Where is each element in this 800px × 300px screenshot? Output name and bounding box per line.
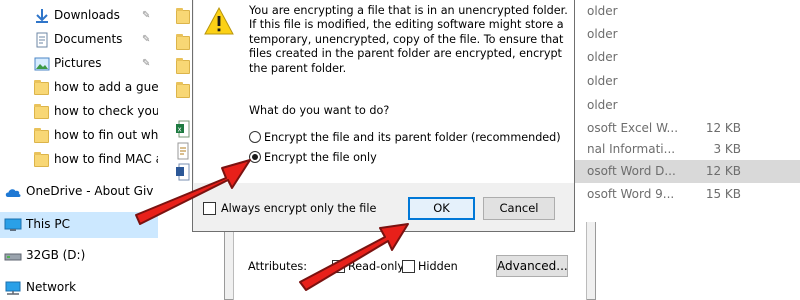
nav-item-label: how to check your r [54, 104, 158, 118]
nav-item-folder[interactable]: how to fin out what [0, 124, 158, 148]
excel-file-icon: x [176, 120, 190, 138]
radio-button-selected[interactable] [249, 151, 261, 163]
file-type: osoft Word 9... [587, 187, 675, 201]
attributes-label: Attributes: [248, 260, 307, 273]
pin-icon: ✎ [142, 10, 151, 21]
info-file-icon [177, 142, 189, 160]
dialog-content: You are encrypting a file that is in an … [194, 0, 574, 183]
folder-icon [34, 152, 49, 167]
nav-item-label: Network [26, 280, 77, 294]
file-type: osoft Word D... [587, 164, 676, 178]
file-type: older [587, 50, 618, 64]
warning-icon [204, 6, 234, 35]
folder-icon [34, 104, 49, 119]
file-type: older [587, 74, 618, 88]
cancel-button[interactable]: Cancel [483, 197, 555, 220]
file-type: older [587, 27, 618, 41]
pin-icon: ✎ [142, 34, 151, 45]
nav-item-label: how to find MAC ac [54, 152, 158, 166]
word-file-icon [176, 163, 190, 181]
nav-item-folder[interactable]: how to check your r [0, 100, 158, 124]
nav-item-label: how to fin out what [54, 128, 158, 142]
pin-icon: ✎ [142, 58, 151, 69]
nav-item-label: how to add a guest [54, 80, 158, 94]
file-row[interactable]: older [575, 0, 800, 23]
svg-text:x: x [178, 126, 182, 134]
radio-button[interactable] [249, 131, 261, 143]
folder-icon [176, 8, 190, 24]
advanced-button[interactable]: Advanced... [496, 255, 568, 277]
folder-icon [176, 58, 190, 74]
folder-icon [34, 80, 49, 95]
file-type: older [587, 4, 618, 18]
option-label: Encrypt the file only [264, 150, 377, 164]
readonly-checkbox[interactable] [332, 260, 345, 273]
file-row[interactable]: osoft Excel W... 12 KB [575, 117, 800, 140]
navigation-pane: Downloads ✎ Documents ✎ Pictures ✎ how t… [0, 0, 158, 300]
file-size: 15 KB [705, 187, 741, 201]
always-encrypt-checkbox[interactable] [203, 202, 216, 215]
ok-button[interactable]: OK [408, 197, 475, 220]
cloud-icon [5, 189, 21, 197]
hidden-label: Hidden [418, 260, 458, 273]
usb-drive-icon [4, 253, 22, 261]
nav-item-downloads[interactable]: Downloads ✎ [0, 4, 158, 28]
nav-item-label: This PC [26, 217, 70, 231]
file-row[interactable]: older [575, 70, 800, 93]
file-row[interactable]: older [575, 94, 800, 117]
hidden-checkbox[interactable] [402, 260, 415, 273]
nav-item-label: OneDrive - About Giv [26, 184, 154, 198]
option-encrypt-file-only[interactable]: Encrypt the file only [249, 149, 377, 165]
nav-item-pictures[interactable]: Pictures ✎ [0, 52, 158, 76]
file-row[interactable]: older [575, 46, 800, 69]
file-row[interactable]: older [575, 23, 800, 46]
nav-item-folder[interactable]: how to find MAC ac [0, 148, 158, 172]
folder-icon [176, 34, 190, 50]
pictures-icon [34, 57, 50, 71]
warning-message: You are encrypting a file that is in an … [249, 4, 568, 75]
nav-item-documents[interactable]: Documents ✎ [0, 28, 158, 52]
download-icon [36, 9, 48, 23]
properties-panel: Attributes: Read-only Hidden Advanced... [233, 222, 587, 300]
file-row[interactable]: nal Informati... 3 KB [575, 138, 800, 161]
documents-icon [36, 32, 48, 48]
nav-item-network[interactable]: Network [0, 276, 158, 300]
file-list: older older older older older osoft Exce… [575, 0, 800, 300]
file-row[interactable]: osoft Word 9... 15 KB [575, 183, 800, 206]
nav-item-label: 32GB (D:) [26, 248, 86, 262]
readonly-label: Read-only [348, 260, 405, 273]
properties-dialog: Attributes: Read-only Hidden Advanced... [224, 222, 596, 300]
computer-icon [4, 218, 22, 231]
nav-item-this-pc[interactable]: This PC [0, 212, 158, 238]
encryption-warning-dialog: You are encrypting a file that is in an … [192, 0, 575, 232]
always-encrypt-option[interactable]: Always encrypt only the file [203, 202, 376, 215]
file-type: nal Informati... [587, 142, 676, 156]
folder-icon [34, 128, 49, 143]
file-size: 3 KB [713, 142, 741, 156]
nav-item-folder[interactable]: how to add a guest [0, 76, 158, 100]
file-icon-column: x [158, 0, 194, 300]
file-size: 12 KB [705, 164, 741, 178]
file-type: older [587, 98, 618, 112]
file-type: osoft Excel W... [587, 121, 679, 135]
option-label: Encrypt the file and its parent folder (… [264, 130, 561, 144]
file-size: 12 KB [705, 121, 741, 135]
nav-item-drive[interactable]: 32GB (D:) [0, 244, 158, 268]
file-row-selected[interactable]: osoft Word D... 12 KB [575, 160, 800, 183]
question-text: What do you want to do? [249, 104, 390, 117]
always-encrypt-label: Always encrypt only the file [221, 202, 377, 215]
folder-icon [176, 82, 190, 98]
option-encrypt-parent[interactable]: Encrypt the file and its parent folder (… [249, 129, 561, 145]
network-icon [5, 281, 21, 295]
nav-item-onedrive[interactable]: OneDrive - About Giv [0, 180, 158, 204]
